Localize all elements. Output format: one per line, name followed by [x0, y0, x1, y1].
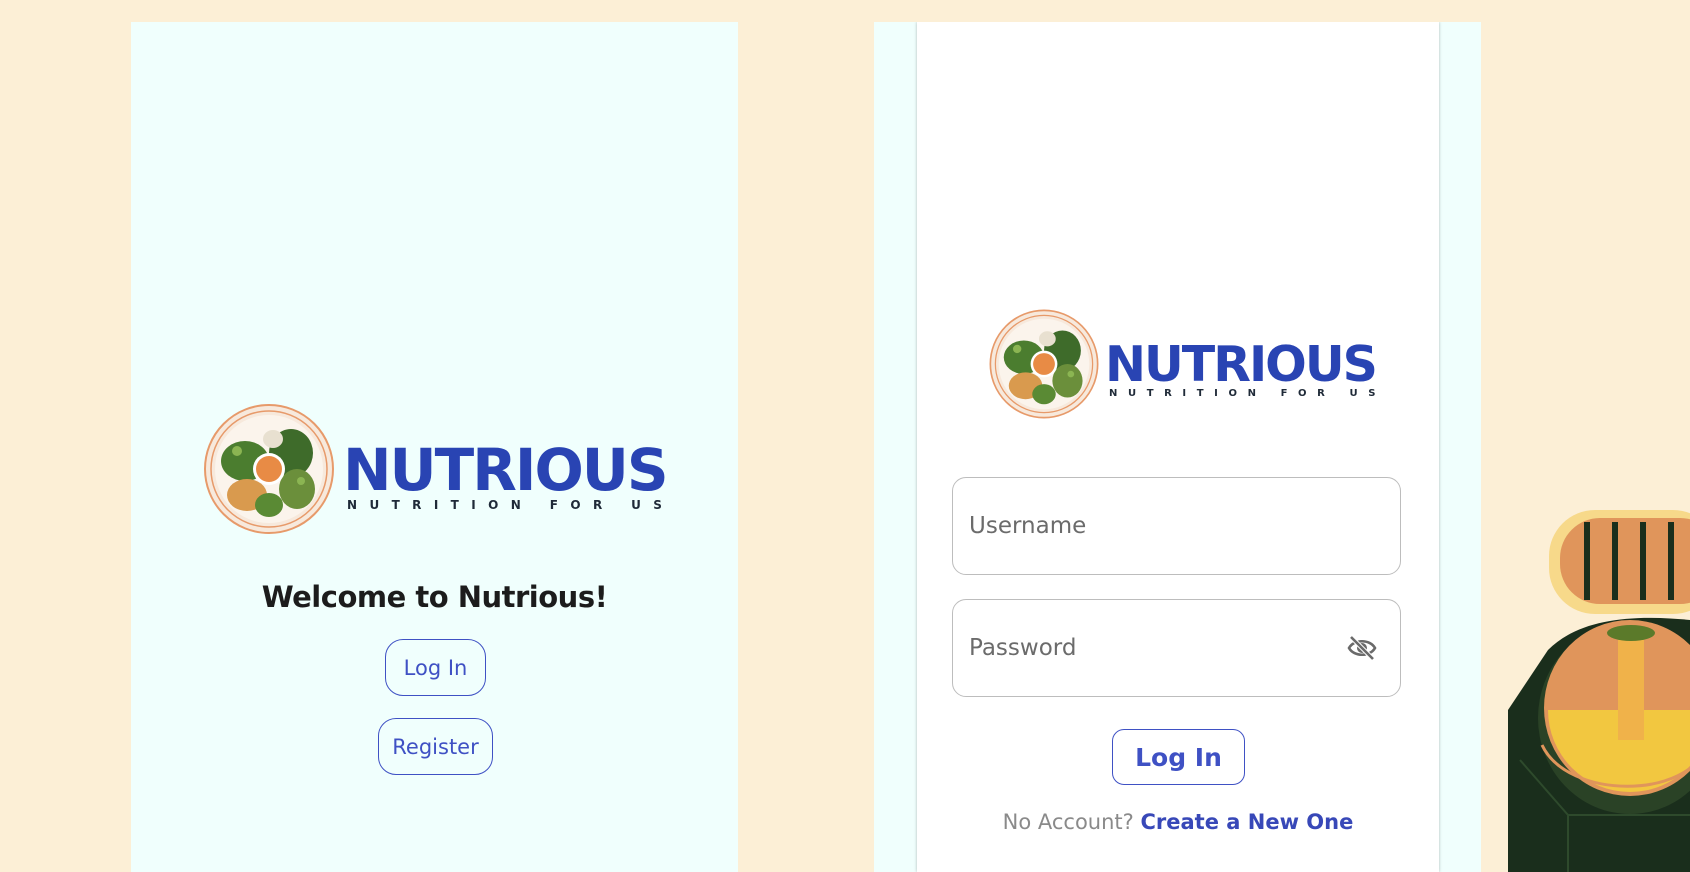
logo-wordmark: NUTRIOUS — [1105, 336, 1378, 393]
username-field — [952, 477, 1401, 575]
login-card: NUTRIOUS NUTRITION FOR US Log In No Acco… — [917, 22, 1439, 872]
username-input[interactable] — [969, 478, 1329, 574]
welcome-screen: NUTRIOUS NUTRITION FOR US Welcome to Nut… — [131, 22, 738, 872]
login-button[interactable]: Log In — [385, 639, 486, 696]
no-account-prompt: No Account? — [1002, 810, 1134, 834]
login-screen: NUTRIOUS NUTRITION FOR US Log In No Acco… — [874, 22, 1481, 872]
logo-tagline: NUTRITION FOR US — [347, 498, 675, 512]
nutrious-logo: NUTRIOUS NUTRITION FOR US — [201, 401, 669, 541]
logo-wordmark: NUTRIOUS — [343, 436, 669, 504]
welcome-heading: Welcome to Nutrious! — [261, 580, 608, 614]
eye-off-icon[interactable] — [1346, 634, 1378, 662]
create-account-line: No Account? Create a New One — [917, 810, 1439, 834]
lantern-figure-icon — [1508, 510, 1690, 872]
nutrious-logo: NUTRIOUS NUTRITION FOR US — [987, 307, 1378, 427]
food-plate-icon — [989, 309, 1099, 419]
login-submit-button[interactable]: Log In — [1112, 729, 1245, 785]
register-button[interactable]: Register — [378, 718, 493, 775]
password-input[interactable] — [969, 600, 1329, 696]
logo-tagline: NUTRITION FOR US — [1109, 388, 1387, 399]
password-field — [952, 599, 1401, 697]
food-plate-icon — [204, 404, 334, 534]
create-account-link[interactable]: Create a New One — [1141, 810, 1354, 834]
